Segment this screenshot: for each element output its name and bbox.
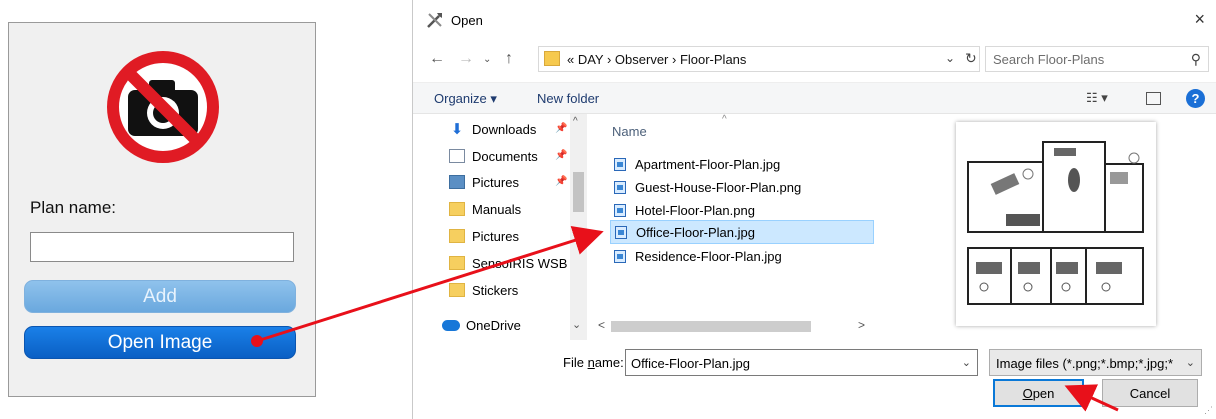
- search-icon[interactable]: ⚲: [1191, 51, 1201, 68]
- nav-item-downloads[interactable]: ⬇ Downloads: [449, 118, 537, 140]
- nav-item-label: Pictures: [472, 174, 519, 190]
- file-name: Apartment-Floor-Plan.jpg: [635, 156, 781, 172]
- file-name: Guest-House-Floor-Plan.png: [635, 179, 802, 195]
- scroll-right-icon[interactable]: >: [858, 318, 865, 332]
- folder-icon: [449, 202, 465, 216]
- image-plan-panel: Plan name: Add Open Image: [8, 22, 316, 397]
- close-button[interactable]: ×: [1194, 9, 1205, 30]
- folder-icon: [544, 51, 560, 66]
- scroll-thumb[interactable]: [611, 321, 811, 332]
- view-options-icon[interactable]: ☷ ▾: [1086, 90, 1108, 106]
- plan-name-label: Plan name:: [30, 198, 116, 217]
- nav-item-sensoiris[interactable]: SensoIRIS WSB IR: [449, 252, 570, 274]
- chevron-down-icon[interactable]: ⌄: [962, 356, 971, 369]
- help-icon[interactable]: ?: [1186, 89, 1205, 108]
- folder-icon: [449, 256, 465, 270]
- breadcrumb[interactable]: « DAY › Observer › Floor-Plans: [567, 52, 746, 67]
- nav-item-label: Stickers: [472, 282, 519, 298]
- file-name-field[interactable]: Office-Floor-Plan.jpg ⌄: [625, 349, 978, 376]
- file-list: ^ Name Apartment-Floor-Plan.jpg Guest-Ho…: [591, 114, 875, 340]
- file-item-selected[interactable]: Office-Floor-Plan.jpg: [610, 220, 874, 244]
- recent-chevron-icon[interactable]: ⌄: [483, 54, 491, 65]
- folder-icon: [449, 283, 465, 297]
- file-name-value: Office-Floor-Plan.jpg: [631, 356, 750, 371]
- nav-item-stickers[interactable]: Stickers: [449, 279, 518, 301]
- forward-arrow-icon[interactable]: →: [458, 50, 474, 68]
- open-button[interactable]: Open: [993, 379, 1084, 407]
- back-arrow-icon[interactable]: ←: [429, 50, 445, 68]
- open-image-button[interactable]: Open Image: [24, 326, 296, 359]
- nav-item-label: SensoIRIS WSB IR: [472, 255, 570, 271]
- navigation-bar: ← → ⌄ ↑ « DAY › Observer › Floor-Plans ⌄…: [413, 44, 1216, 76]
- floor-plan-preview: [956, 122, 1156, 326]
- pin-icon: 📌: [555, 123, 568, 134]
- new-folder-button[interactable]: New folder: [537, 91, 599, 106]
- scroll-left-icon[interactable]: <: [598, 318, 605, 332]
- address-bar[interactable]: « DAY › Observer › Floor-Plans ⌄ ↻: [538, 46, 980, 72]
- horizontal-scrollbar[interactable]: < >: [413, 318, 875, 335]
- file-item[interactable]: Guest-House-Floor-Plan.png: [610, 175, 874, 199]
- nav-item-label: Documents: [472, 148, 538, 164]
- dialog-title: Open: [451, 13, 483, 28]
- file-name: Hotel-Floor-Plan.png: [635, 202, 755, 218]
- image-file-icon: [615, 225, 627, 239]
- file-item[interactable]: Apartment-Floor-Plan.jpg: [610, 152, 874, 176]
- document-icon: [449, 149, 465, 163]
- nav-item-manuals[interactable]: Manuals: [449, 198, 521, 220]
- image-file-icon: [614, 203, 626, 217]
- column-header-name[interactable]: Name: [612, 124, 647, 139]
- plan-name-input[interactable]: [30, 232, 294, 262]
- up-arrow-icon[interactable]: ↑: [505, 50, 513, 68]
- resize-grip-icon[interactable]: ⋰: [1204, 405, 1213, 416]
- command-toolbar: Organize ▾ New folder ☷ ▾ ?: [413, 82, 1216, 114]
- navigation-pane: ⬇ Downloads 📌 Documents 📌 Pictures 📌 Man…: [413, 114, 585, 340]
- open-file-dialog: Open × ← → ⌄ ↑ « DAY › Observer › Floor-…: [412, 0, 1216, 419]
- pictures-icon: [449, 175, 465, 189]
- no-camera-icon: [107, 51, 219, 163]
- file-name-label: File name:: [563, 355, 624, 370]
- nav-item-label: Pictures: [472, 228, 519, 244]
- chevron-down-icon[interactable]: ⌄: [1186, 356, 1195, 369]
- folder-icon: [449, 229, 465, 243]
- image-file-icon: [614, 249, 626, 263]
- nav-item-pictures-folder[interactable]: Pictures: [449, 225, 519, 247]
- pin-icon: 📌: [555, 150, 568, 161]
- file-type-filter[interactable]: Image files (*.png;*.bmp;*.jpg;* ⌄: [989, 349, 1202, 376]
- file-name: Office-Floor-Plan.jpg: [636, 224, 755, 240]
- pin-icon: 📌: [555, 176, 568, 187]
- refresh-icon[interactable]: ↻: [965, 50, 977, 67]
- search-input[interactable]: Search Floor-Plans ⚲: [985, 46, 1209, 72]
- nav-scrollbar[interactable]: ^: [570, 114, 587, 340]
- image-file-icon: [614, 157, 626, 171]
- organize-menu[interactable]: Organize ▾: [434, 91, 497, 107]
- filter-value: Image files (*.png;*.bmp;*.jpg;*: [996, 356, 1174, 371]
- nav-item-label: Downloads: [472, 121, 537, 137]
- scroll-thumb[interactable]: [573, 172, 584, 212]
- chevron-down-icon[interactable]: ⌄: [945, 51, 955, 65]
- tools-icon: [427, 13, 442, 28]
- preview-pane-icon[interactable]: [1146, 92, 1161, 105]
- cancel-button[interactable]: Cancel: [1102, 379, 1198, 407]
- file-item[interactable]: Hotel-Floor-Plan.png: [610, 198, 874, 222]
- search-placeholder: Search Floor-Plans: [993, 52, 1105, 67]
- dialog-titlebar: Open ×: [413, 0, 1216, 42]
- nav-item-documents[interactable]: Documents: [449, 145, 538, 167]
- download-icon: ⬇: [450, 121, 464, 138]
- file-item[interactable]: Residence-Floor-Plan.jpg: [610, 244, 874, 268]
- nav-item-label: Manuals: [472, 201, 522, 217]
- sort-ascending-icon: ^: [722, 114, 727, 125]
- add-button[interactable]: Add: [24, 280, 296, 313]
- file-name: Residence-Floor-Plan.jpg: [635, 248, 782, 264]
- image-file-icon: [614, 180, 626, 194]
- nav-item-pictures[interactable]: Pictures: [449, 171, 519, 193]
- scroll-up-icon[interactable]: ^: [573, 116, 578, 127]
